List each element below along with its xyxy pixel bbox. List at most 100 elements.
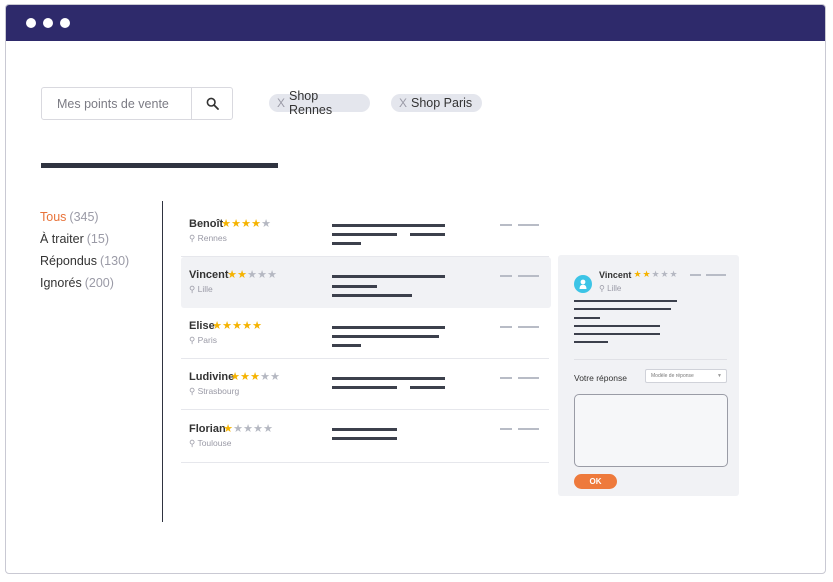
reviewer-name: Elise	[189, 320, 215, 332]
location-text: Lille	[197, 284, 213, 294]
panel-reviewer-name: Vincent	[599, 270, 632, 280]
chip-label: Shop Rennes	[289, 89, 333, 117]
chip-label: Shop Paris	[411, 96, 473, 110]
remove-chip-icon[interactable]: X	[277, 96, 285, 110]
avatar	[574, 275, 592, 293]
panel-meta-placeholder	[706, 274, 726, 276]
panel-text-line	[574, 333, 660, 335]
rating-stars: ★★★★★	[221, 217, 271, 230]
location-text: Rennes	[197, 233, 227, 243]
search-icon	[206, 97, 219, 110]
review-meta-placeholder	[518, 326, 539, 328]
filter-count: (200)	[84, 276, 114, 290]
star-empty-icon: ★	[260, 371, 270, 383]
star-filled-icon: ★	[237, 269, 247, 281]
location-text: Toulouse	[197, 438, 232, 448]
title-bar	[6, 5, 825, 41]
panel-text-line	[574, 325, 660, 327]
panel-reviewer-location: ⚲ Lille	[599, 284, 621, 293]
search-button[interactable]	[191, 88, 233, 119]
user-icon	[579, 279, 587, 289]
review-row[interactable]: Florian ★★★★★ ⚲ Toulouse	[181, 410, 551, 463]
filter-count: (345)	[69, 210, 99, 224]
review-text-line	[332, 233, 397, 236]
chevron-down-icon: ▼	[717, 373, 722, 379]
star-filled-icon: ★	[223, 423, 233, 435]
rating-stars: ★★★★★	[212, 319, 262, 332]
review-detail-panel: Vincent ★★★★★ ⚲ Lille Votre réponse Modè…	[558, 255, 739, 496]
star-empty-icon: ★	[669, 269, 678, 279]
star-empty-icon: ★	[233, 423, 243, 435]
reviewer-name: Vincent	[189, 269, 229, 281]
column-divider	[162, 201, 163, 522]
reviewer-location: ⚲ Lille	[189, 284, 213, 295]
review-text-line	[410, 386, 445, 389]
search-box	[41, 87, 233, 120]
review-row[interactable]: Elise ★★★★★ ⚲ Paris	[181, 308, 551, 359]
star-empty-icon: ★	[660, 269, 669, 279]
star-empty-icon: ★	[267, 269, 277, 281]
review-meta-placeholder	[500, 326, 512, 328]
remove-chip-icon[interactable]: X	[399, 96, 407, 110]
filter-chip-shop-paris[interactable]: X Shop Paris	[391, 94, 482, 112]
filter-tous[interactable]: Tous (345)	[40, 210, 99, 224]
review-text-line	[332, 428, 397, 431]
response-label: Votre réponse	[574, 373, 627, 383]
review-text-line	[332, 285, 377, 288]
review-text-line	[332, 275, 445, 278]
panel-meta-placeholder	[690, 274, 701, 276]
location-pin-icon: ⚲	[189, 284, 198, 294]
filter-a-traiter[interactable]: À traiter (15)	[40, 232, 109, 246]
star-filled-icon: ★	[240, 371, 250, 383]
star-filled-icon: ★	[212, 320, 222, 332]
location-pin-icon: ⚲	[189, 233, 198, 243]
search-input[interactable]	[42, 88, 191, 119]
star-filled-icon: ★	[227, 269, 237, 281]
review-meta-placeholder	[518, 428, 539, 430]
star-empty-icon: ★	[257, 269, 267, 281]
star-filled-icon: ★	[231, 218, 241, 230]
star-filled-icon: ★	[241, 218, 251, 230]
ok-button[interactable]: OK	[574, 474, 617, 489]
panel-rating-stars: ★★★★★	[633, 269, 678, 280]
panel-text-line	[574, 308, 671, 310]
filter-count: (15)	[86, 232, 109, 246]
filter-label: À traiter	[40, 232, 84, 246]
location-pin-icon: ⚲	[189, 335, 198, 345]
location-text: Paris	[197, 335, 217, 345]
reviewer-location: ⚲ Strasbourg	[189, 386, 239, 397]
review-meta-placeholder	[518, 224, 539, 226]
select-value: Modèle de réponse	[651, 373, 694, 379]
filter-ignores[interactable]: Ignorés (200)	[40, 276, 114, 290]
review-text-line	[332, 294, 412, 297]
reviewer-name: Benoît	[189, 218, 224, 230]
star-empty-icon: ★	[651, 269, 660, 279]
review-row[interactable]: Ludivine ★★★★★ ⚲ Strasbourg	[181, 359, 551, 410]
response-textarea[interactable]	[574, 394, 728, 467]
review-text-line	[332, 377, 445, 380]
review-row[interactable]: Benoît ★★★★★ ⚲ Rennes	[181, 206, 551, 257]
filter-label: Ignorés	[40, 276, 82, 290]
star-filled-icon: ★	[222, 320, 232, 332]
filter-label: Tous	[40, 210, 67, 224]
window-dot-icon[interactable]	[43, 18, 53, 28]
review-text-line	[332, 386, 397, 389]
window-dot-icon[interactable]	[60, 18, 70, 28]
star-empty-icon: ★	[270, 371, 280, 383]
star-filled-icon: ★	[250, 371, 260, 383]
row-divider	[181, 462, 549, 463]
response-template-select[interactable]: Modèle de réponse ▼	[645, 369, 727, 383]
star-filled-icon: ★	[642, 269, 651, 279]
review-row-selected[interactable]: Vincent ★★★★★ ⚲ Lille	[181, 257, 551, 308]
star-empty-icon: ★	[261, 218, 271, 230]
review-meta-placeholder	[518, 377, 539, 379]
section-divider	[41, 163, 278, 168]
filter-chip-shop-rennes[interactable]: X Shop Rennes	[269, 89, 370, 117]
filter-repondus[interactable]: Répondus (130)	[40, 254, 129, 268]
star-filled-icon: ★	[230, 371, 240, 383]
review-meta-placeholder	[500, 275, 512, 277]
star-empty-icon: ★	[253, 423, 263, 435]
window-dot-icon[interactable]	[26, 18, 36, 28]
location-pin-icon: ⚲	[599, 284, 608, 293]
reviewer-location: ⚲ Paris	[189, 335, 217, 346]
